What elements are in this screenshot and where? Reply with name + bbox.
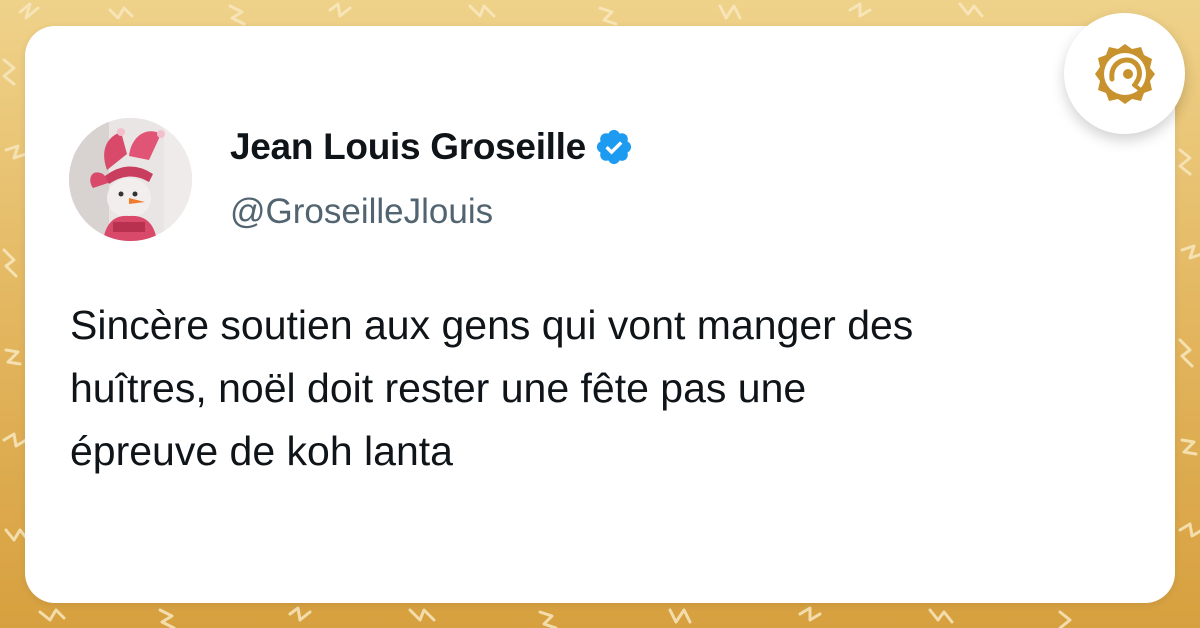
tweet-text: Sincère soutien aux gens qui vont manger…: [70, 294, 1160, 483]
verified-badge-icon: [594, 127, 634, 167]
brand-logo-badge: [1064, 13, 1185, 134]
tweet-line: épreuve de koh lanta: [70, 428, 453, 474]
tweet-card: Jean Louis Groseille @GroseilleJlouis Si…: [25, 26, 1175, 603]
brand-logo-icon: [1094, 43, 1155, 104]
author-row: Jean Louis Groseille: [230, 126, 634, 168]
avatar[interactable]: [69, 118, 192, 241]
tweet-line: Sincère soutien aux gens qui vont manger…: [70, 302, 914, 348]
tweet-line: huîtres, noël doit rester une fête pas u…: [70, 365, 807, 411]
author-handle[interactable]: @GroseilleJlouis: [230, 192, 493, 232]
author-name[interactable]: Jean Louis Groseille: [230, 126, 586, 168]
